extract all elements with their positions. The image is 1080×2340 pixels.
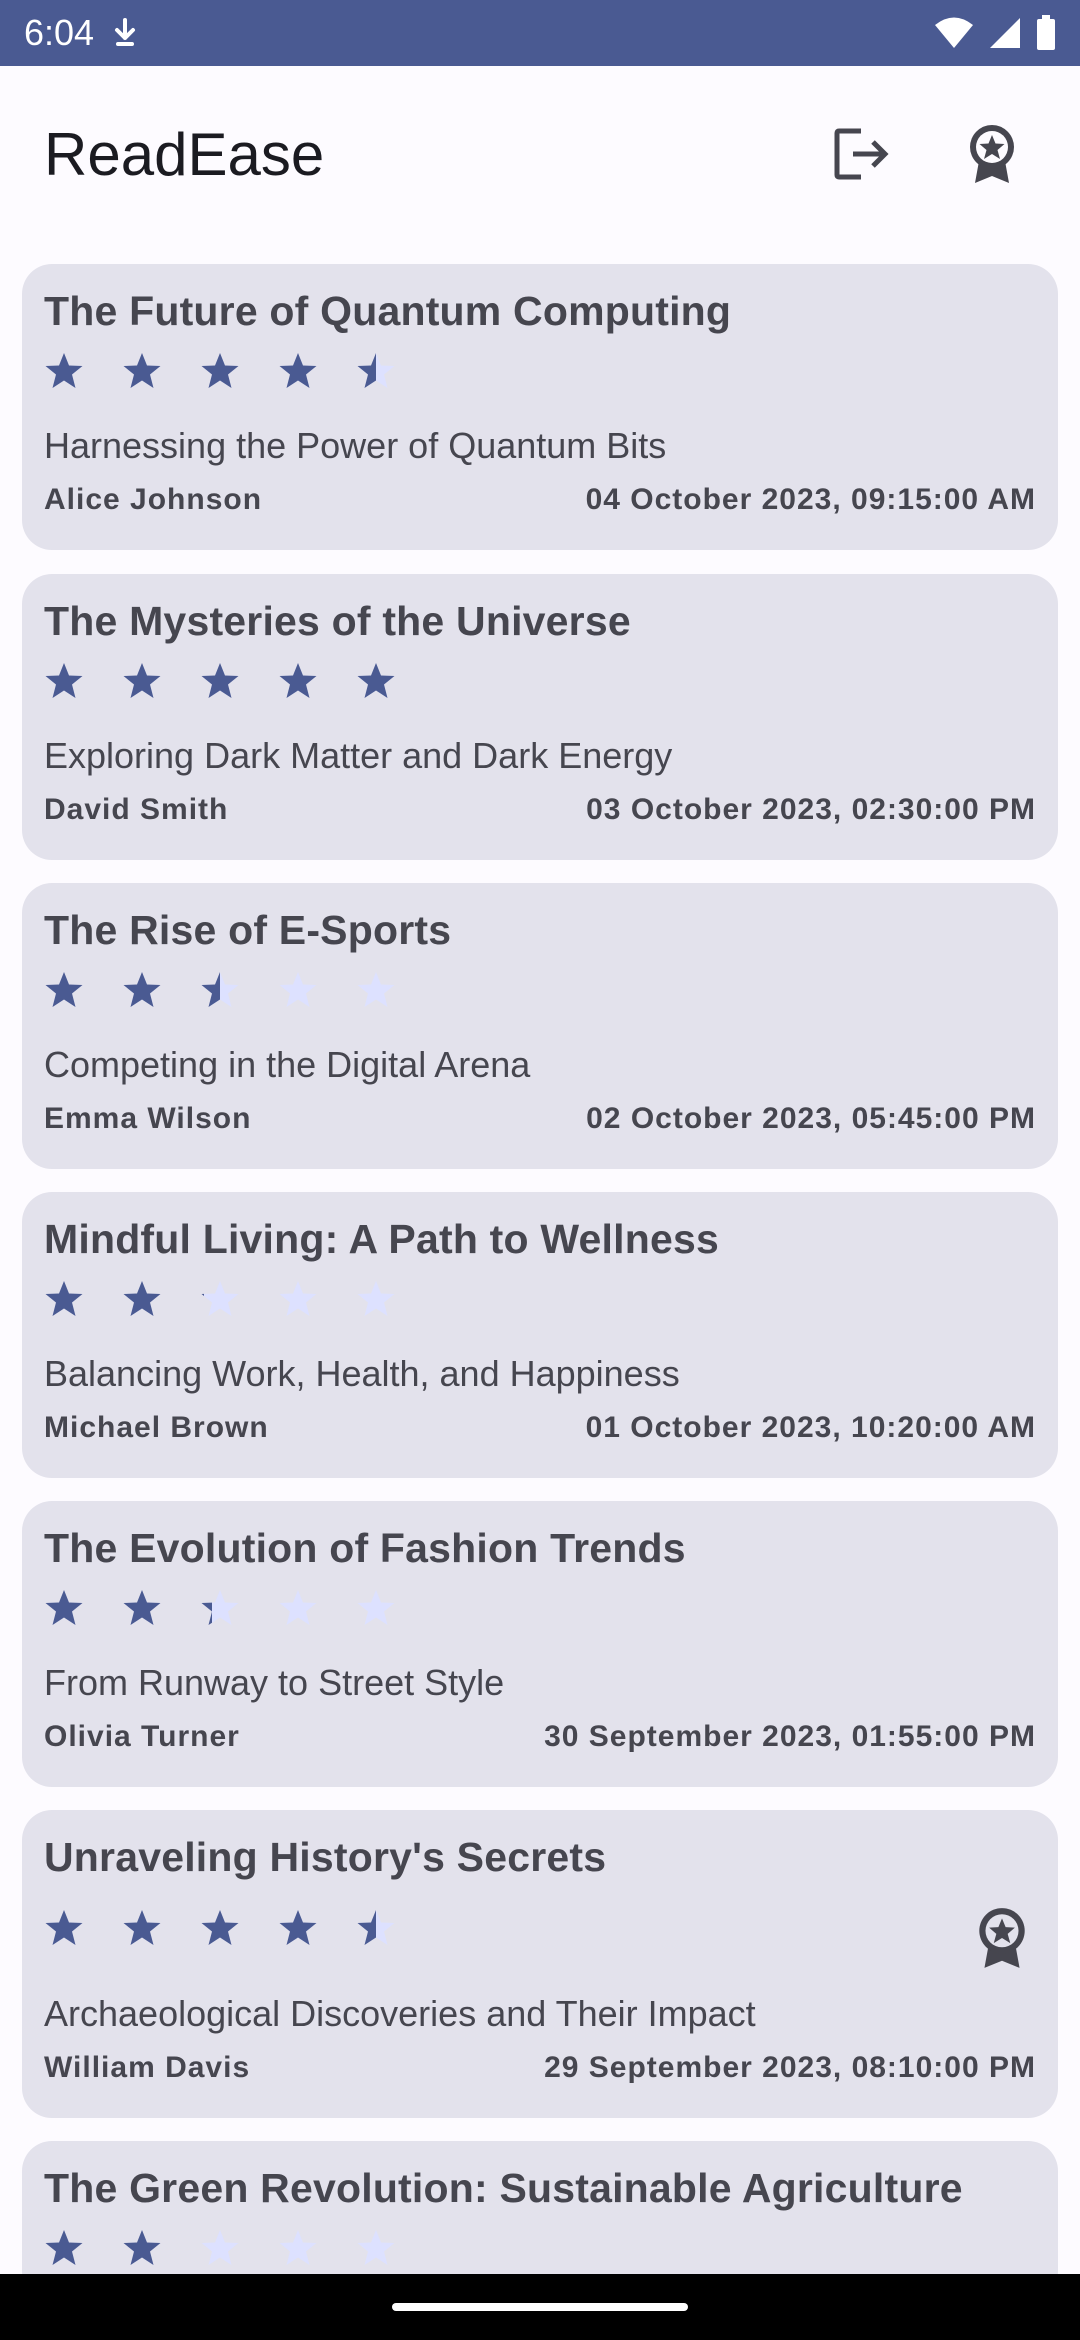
award-badge-icon <box>979 1908 1025 1968</box>
star-icon <box>357 1910 395 1945</box>
star-icon <box>357 2230 395 2265</box>
article-subtitle: Archaeological Discoveries and Their Imp… <box>44 1993 756 2034</box>
article-date: 01 October 2023, 10:20:00 AM <box>585 1411 1036 1444</box>
star-icon <box>279 2230 317 2265</box>
article-title: The Future of Quantum Computing <box>44 288 732 334</box>
article-title: The Green Revolution: Sustainable Agricu… <box>44 2165 963 2211</box>
cellular-signal-icon <box>990 18 1020 48</box>
article-date: 04 October 2023, 09:15:00 AM <box>585 483 1036 516</box>
rating-stars <box>44 1891 1036 1965</box>
article-title: The Rise of E-Sports <box>44 907 452 953</box>
star-icon <box>45 1590 83 1625</box>
star-icon <box>45 972 83 1007</box>
article-card[interactable]: Mindful Living: A Path to Wellness Balanc… <box>22 1192 1058 1478</box>
star-icon <box>45 1910 83 1945</box>
article-author: Olivia Turner <box>44 1720 240 1753</box>
article-date: 03 October 2023, 02:30:00 PM <box>586 793 1036 826</box>
star-icon <box>123 2230 161 2265</box>
article-date: 30 September 2023, 01:55:00 PM <box>544 1720 1036 1753</box>
rating-stars <box>44 1582 1036 1634</box>
article-subtitle: From Runway to Street Style <box>44 1662 505 1703</box>
article-author: William Davis <box>44 2051 251 2084</box>
star-icon <box>123 663 161 698</box>
article-list[interactable]: The Future of Quantum Computing Harnessin… <box>22 264 1058 2301</box>
article-subtitle: Exploring Dark Matter and Dark Energy <box>44 735 673 776</box>
article-card[interactable]: The Rise of E-Sports Competing in the Dig… <box>22 883 1058 1169</box>
star-icon <box>201 972 239 1007</box>
star-icon <box>123 972 161 1007</box>
app-title: ReadEase <box>44 120 325 188</box>
star-icon <box>357 972 395 1007</box>
article-author: Alice Johnson <box>44 483 263 516</box>
article-meta: William Davis 29 September 2023, 08:10:00… <box>44 2051 1036 2085</box>
award-badge-icon <box>970 125 1014 183</box>
star-icon <box>201 1910 239 1945</box>
battery-icon <box>1037 15 1055 50</box>
rating-stars <box>44 964 1036 1016</box>
article-card[interactable]: Unraveling History's Secrets Archaeologic… <box>22 1810 1058 2118</box>
star-icon <box>279 1910 317 1945</box>
home-indicator[interactable] <box>392 2303 688 2311</box>
rating-stars <box>44 345 1036 397</box>
article-title: Mindful Living: A Path to Wellness <box>44 1216 719 1262</box>
article-meta: David Smith 03 October 2023, 02:30:00 PM <box>44 793 1036 827</box>
star-icon <box>279 663 317 698</box>
star-icon <box>201 353 239 388</box>
article-meta: Michael Brown 01 October 2023, 10:20:00 A… <box>44 1411 1036 1445</box>
star-icon <box>123 1590 161 1625</box>
article-title: Unraveling History's Secrets <box>44 1834 607 1880</box>
article-subtitle: Competing in the Digital Arena <box>44 1044 531 1085</box>
article-subtitle: Harnessing the Power of Quantum Bits <box>44 425 667 466</box>
star-icon <box>45 1281 83 1316</box>
star-icon <box>201 663 239 698</box>
wifi-icon <box>935 17 973 48</box>
rating-stars <box>44 655 1036 707</box>
star-icon <box>279 972 317 1007</box>
star-icon <box>123 1281 161 1316</box>
system-navigation-bar <box>0 2274 1080 2340</box>
star-icon <box>357 353 395 388</box>
star-icon <box>123 353 161 388</box>
article-subtitle: Balancing Work, Health, and Happiness <box>44 1353 680 1394</box>
star-icon <box>123 1910 161 1945</box>
star-icon <box>357 1590 395 1625</box>
article-title: The Mysteries of the Universe <box>44 598 631 644</box>
rating-stars <box>44 2222 1036 2274</box>
article-card[interactable]: The Future of Quantum Computing Harnessin… <box>22 264 1058 550</box>
star-icon <box>279 1281 317 1316</box>
article-title: The Evolution of Fashion Trends <box>44 1525 686 1571</box>
logout-button[interactable] <box>832 124 892 184</box>
star-icon <box>45 2230 83 2265</box>
star-icon <box>45 353 83 388</box>
rating-stars <box>44 1273 1036 1325</box>
article-meta: Emma Wilson 02 October 2023, 05:45:00 PM <box>44 1102 1036 1136</box>
star-icon <box>45 663 83 698</box>
featured-filter-button[interactable] <box>962 124 1022 184</box>
article-author: David Smith <box>44 793 229 826</box>
star-icon <box>201 1590 239 1625</box>
star-icon <box>279 353 317 388</box>
star-icon <box>201 1281 239 1316</box>
logout-icon <box>834 128 889 180</box>
article-author: Michael Brown <box>44 1411 269 1444</box>
article-meta: Alice Johnson 04 October 2023, 09:15:00 A… <box>44 483 1036 517</box>
star-icon <box>201 2230 239 2265</box>
star-icon <box>357 1281 395 1316</box>
top-app-bar: ReadEase <box>0 66 1080 242</box>
article-date: 29 September 2023, 08:10:00 PM <box>544 2051 1036 2084</box>
article-author: Emma Wilson <box>44 1102 252 1135</box>
status-time: 6:04 <box>24 12 95 53</box>
status-bar: 6:04 <box>0 0 1080 66</box>
article-date: 02 October 2023, 05:45:00 PM <box>586 1102 1036 1135</box>
star-icon <box>279 1590 317 1625</box>
download-status-icon <box>115 18 136 46</box>
article-card[interactable]: The Evolution of Fashion Trends From Runw… <box>22 1501 1058 1787</box>
star-icon <box>357 663 395 698</box>
article-meta: Olivia Turner 30 September 2023, 01:55:00… <box>44 1720 1036 1754</box>
article-card[interactable]: The Mysteries of the Universe Exploring D… <box>22 574 1058 860</box>
